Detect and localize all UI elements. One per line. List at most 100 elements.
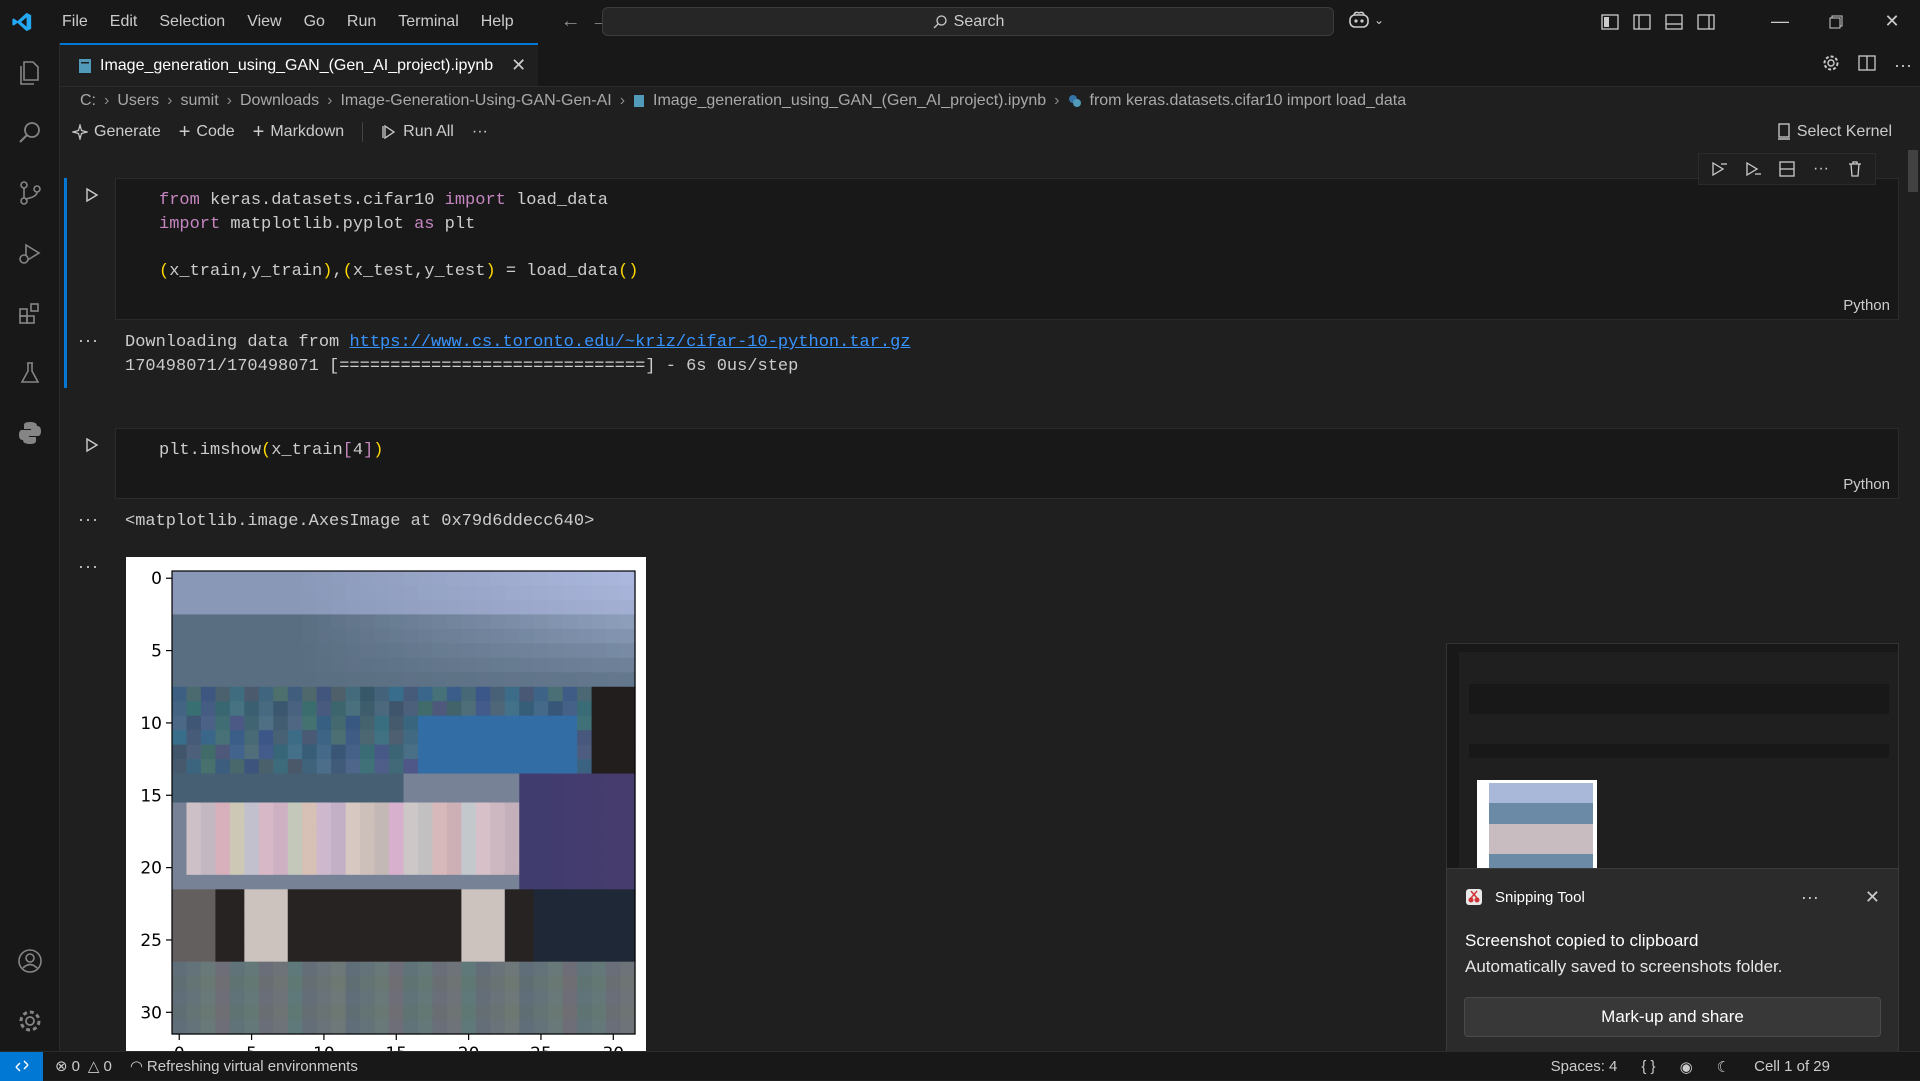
cell-position-status[interactable]: Cell 1 of 29 xyxy=(1754,1058,1830,1075)
image-pixel xyxy=(316,932,332,948)
add-markdown-button[interactable]: + Markdown xyxy=(253,121,345,144)
source-control-icon[interactable] xyxy=(0,163,60,223)
split-editor-icon[interactable] xyxy=(1858,54,1876,76)
copilot-status-icon[interactable]: ◉ xyxy=(1680,1058,1693,1076)
execute-below-icon[interactable] xyxy=(1739,155,1767,183)
cell-language[interactable]: Python xyxy=(1843,476,1890,493)
search-sidebar-icon[interactable] xyxy=(0,103,60,163)
toast-more-icon[interactable]: ··· xyxy=(1801,887,1819,908)
braces-icon[interactable]: { } xyxy=(1641,1058,1655,1075)
menu-help[interactable]: Help xyxy=(470,0,525,43)
image-pixel xyxy=(229,759,245,775)
image-pixel xyxy=(345,816,361,833)
cell-language[interactable]: Python xyxy=(1843,297,1890,314)
breadcrumb-folder[interactable]: Image-Generation-Using-GAN-Gen-AI xyxy=(340,92,611,110)
output-more-icon[interactable]: ··· xyxy=(78,330,99,351)
extensions-icon[interactable] xyxy=(0,283,60,343)
toast-close-icon[interactable]: ✕ xyxy=(1865,887,1880,908)
image-pixel xyxy=(316,947,332,963)
image-pixel xyxy=(504,932,520,948)
image-pixel xyxy=(504,1005,520,1021)
notebook-settings-gear-icon[interactable] xyxy=(1822,54,1840,77)
markup-and-share-button[interactable]: Mark-up and share xyxy=(1464,997,1881,1037)
run-all-button[interactable]: Run All xyxy=(381,123,454,141)
menu-view[interactable]: View xyxy=(236,0,292,43)
scrollbar-thumb[interactable] xyxy=(1908,150,1918,192)
python-icon[interactable] xyxy=(0,403,60,463)
select-kernel-button[interactable]: Select Kernel xyxy=(1777,115,1892,149)
image-pixel xyxy=(200,643,217,659)
menu-selection[interactable]: Selection xyxy=(148,0,236,43)
toolbar-more-button[interactable]: ··· xyxy=(472,123,488,141)
toggle-primary-sidebar-icon[interactable] xyxy=(1626,0,1658,43)
command-center-search[interactable]: Search xyxy=(602,7,1334,36)
breadcrumb-users[interactable]: Users xyxy=(117,92,159,110)
image-pixel xyxy=(620,744,636,760)
run-cell-button[interactable] xyxy=(82,185,102,205)
code-line: import matplotlib.pyplot as plt xyxy=(159,213,1898,237)
image-pixel xyxy=(446,874,462,890)
toggle-panel-icon[interactable] xyxy=(1658,0,1690,43)
image-pixel xyxy=(215,903,231,919)
breadcrumb-drive[interactable]: C: xyxy=(80,92,96,110)
code-cell[interactable]: plt.imshow(x_train[4]) Python xyxy=(115,428,1899,499)
back-arrow-icon[interactable]: ← xyxy=(561,10,581,33)
image-pixel xyxy=(475,759,491,775)
split-cell-icon[interactable] xyxy=(1773,155,1801,183)
menu-run[interactable]: Run xyxy=(336,0,387,43)
output-more-icon[interactable]: ··· xyxy=(78,509,99,530)
environment-status[interactable]: ◠ Refreshing virtual environments xyxy=(130,1057,358,1076)
notebook-toolbar: Generate + Code + Markdown Run All ··· S… xyxy=(60,115,1920,149)
accounts-icon[interactable] xyxy=(0,931,60,991)
image-pixel xyxy=(331,730,347,746)
restore-icon[interactable] xyxy=(1808,0,1864,43)
menu-go[interactable]: Go xyxy=(293,0,336,43)
generate-button[interactable]: Generate xyxy=(72,123,161,141)
image-pixel xyxy=(577,932,593,948)
manage-gear-icon[interactable] xyxy=(0,991,60,1051)
cell-code[interactable]: plt.imshow(x_train[4]) xyxy=(116,429,1898,463)
breadcrumb-user[interactable]: sumit xyxy=(180,92,218,110)
menu-terminal[interactable]: Terminal xyxy=(387,0,469,43)
minimize-icon[interactable]: — xyxy=(1752,0,1808,43)
breadcrumb-file[interactable]: Image_generation_using_GAN_(Gen_AI_proje… xyxy=(653,92,1046,110)
problems-indicator[interactable]: ⊗ 0 △ 0 xyxy=(55,1057,112,1076)
execute-above-icon[interactable] xyxy=(1705,155,1733,183)
copilot-button[interactable]: ⌄ xyxy=(1348,10,1384,30)
toggle-secondary-sidebar-icon[interactable] xyxy=(1690,0,1722,43)
download-link[interactable]: https://www.cs.toronto.edu/~kriz/cifar-1… xyxy=(349,333,910,352)
image-pixel xyxy=(172,1005,188,1021)
image-pixel xyxy=(432,990,448,1006)
testing-flask-icon[interactable] xyxy=(0,343,60,403)
image-pixel xyxy=(345,947,361,963)
delete-cell-trash-icon[interactable] xyxy=(1841,155,1869,183)
remote-window-icon[interactable] xyxy=(0,1051,43,1081)
explorer-icon[interactable] xyxy=(0,43,60,103)
menu-file[interactable]: File xyxy=(51,0,99,43)
cell-more-icon[interactable]: ··· xyxy=(1807,155,1835,183)
breadcrumb-symbol[interactable]: from keras.datasets.cifar10 import load_… xyxy=(1090,92,1407,110)
more-actions-icon[interactable]: ··· xyxy=(1894,55,1912,76)
close-window-icon[interactable]: ✕ xyxy=(1864,0,1920,43)
indentation-status[interactable]: Spaces: 4 xyxy=(1551,1058,1618,1075)
x-tick-label: 25 xyxy=(530,1044,552,1051)
menu-edit[interactable]: Edit xyxy=(99,0,149,43)
image-pixel xyxy=(345,860,361,876)
image-pixel xyxy=(475,874,491,890)
cell-selection-indicator xyxy=(64,178,67,388)
cell-code[interactable]: from keras.datasets.cifar10 import load_… xyxy=(116,179,1898,283)
image-pixel xyxy=(244,889,260,905)
output-more-icon[interactable]: ··· xyxy=(78,556,99,577)
run-cell-button[interactable] xyxy=(82,435,102,455)
add-code-button[interactable]: + Code xyxy=(179,121,235,144)
image-pixel xyxy=(316,686,332,702)
run-and-debug-icon[interactable] xyxy=(0,223,60,283)
close-tab-icon[interactable]: ✕ xyxy=(511,55,526,76)
image-pixel xyxy=(475,860,491,876)
breadcrumb-downloads[interactable]: Downloads xyxy=(240,92,319,110)
screenshot-thumbnail[interactable] xyxy=(1446,643,1899,869)
tab-notebook[interactable]: Image_generation_using_GAN_(Gen_AI_proje… xyxy=(60,43,539,86)
code-cell[interactable]: from keras.datasets.cifar10 import load_… xyxy=(115,178,1899,320)
customize-layout-icon[interactable] xyxy=(1594,0,1626,43)
